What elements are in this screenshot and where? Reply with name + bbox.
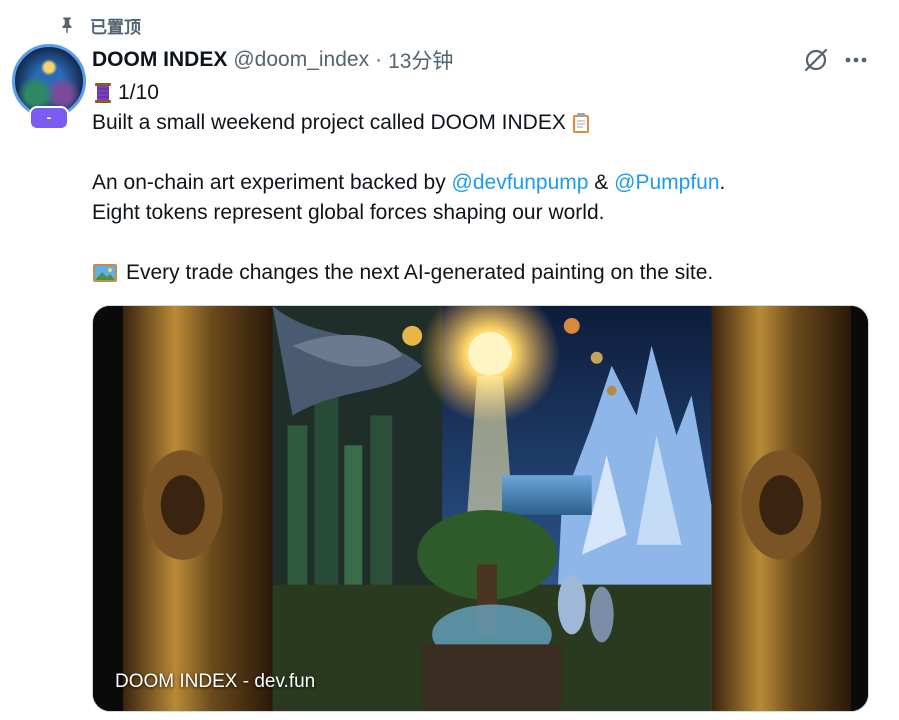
media-image-card[interactable]: DOOM INDEX - dev.fun bbox=[92, 305, 869, 712]
display-name[interactable]: DOOM INDEX bbox=[92, 48, 227, 72]
post-time[interactable]: 13分钟 bbox=[388, 45, 453, 75]
text-line-3: Eight tokens represent global forces sha… bbox=[92, 198, 882, 228]
avatar[interactable] bbox=[12, 44, 86, 118]
text-line-4: Every trade changes the next AI-generate… bbox=[92, 258, 882, 288]
text-line-2: An on-chain art experiment backed by @de… bbox=[92, 168, 882, 198]
pin-icon bbox=[62, 17, 72, 34]
grok-icon[interactable] bbox=[802, 46, 830, 74]
avatar-badge: - bbox=[31, 108, 67, 128]
painting-image bbox=[93, 306, 868, 711]
user-handle[interactable]: @doom_index bbox=[233, 48, 369, 72]
period: . bbox=[719, 171, 726, 194]
framed-picture-emoji bbox=[93, 264, 117, 282]
text-line-1: Built a small weekend project called DOO… bbox=[92, 108, 882, 138]
mention-pumpfun[interactable]: @Pumpfun bbox=[614, 168, 719, 198]
separator-dot: · bbox=[375, 48, 383, 71]
text-line-3-content: Eight tokens represent global forces sha… bbox=[92, 201, 605, 224]
more-icon[interactable] bbox=[842, 46, 870, 74]
thread-marker: 1/10 bbox=[118, 81, 159, 104]
spool-emoji bbox=[95, 83, 111, 103]
post-header: DOOM INDEX @doom_index · 13分钟 bbox=[92, 44, 453, 76]
post-text: 1/10 Built a small weekend project calle… bbox=[92, 78, 882, 288]
pinned-indicator: 已置顶 bbox=[58, 12, 141, 38]
text-line-2-content: An on-chain art experiment backed by bbox=[92, 171, 446, 194]
thread-marker-line: 1/10 bbox=[92, 78, 882, 108]
ampersand: & bbox=[594, 171, 609, 194]
pinned-label: 已置顶 bbox=[90, 17, 141, 37]
clipboard-emoji bbox=[572, 113, 589, 133]
mention-devfunpump[interactable]: @devfunpump bbox=[452, 168, 589, 198]
text-line-4-content: Every trade changes the next AI-generate… bbox=[126, 261, 714, 284]
media-caption: DOOM INDEX - dev.fun bbox=[115, 671, 316, 692]
text-line-1-content: Built a small weekend project called DOO… bbox=[92, 111, 566, 134]
